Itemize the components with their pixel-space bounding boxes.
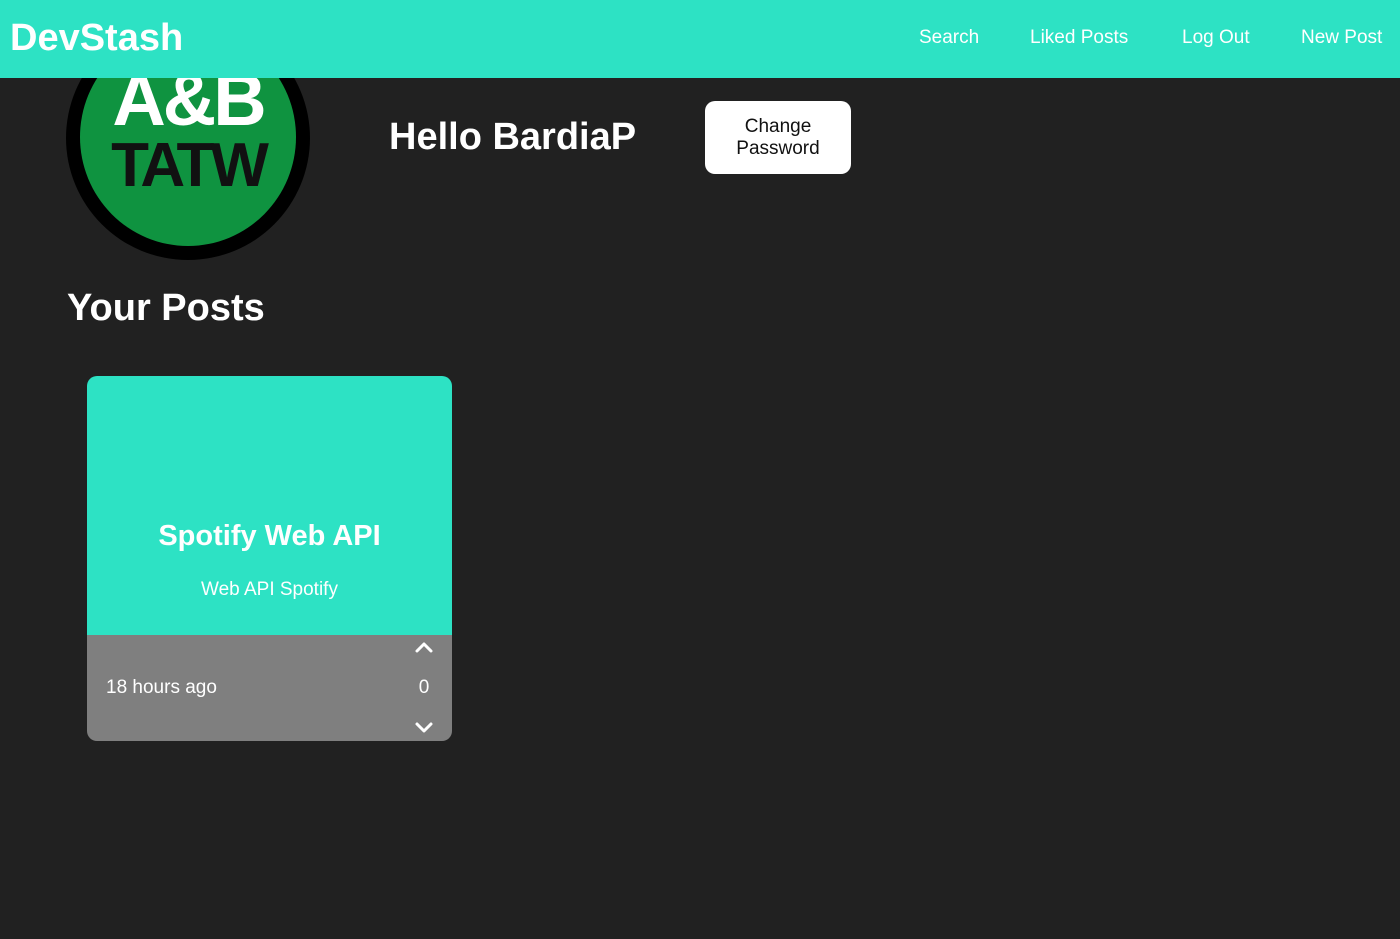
profile-greeting: Hello BardiaP xyxy=(389,116,637,158)
post-card[interactable]: Spotify Web API Web API Spotify 18 hours… xyxy=(87,376,452,741)
nav-new-post-link[interactable]: New Post xyxy=(1301,26,1382,50)
nav-liked-posts-link[interactable]: Liked Posts xyxy=(1030,26,1128,50)
navbar: DevStash Search Liked Posts Log Out New … xyxy=(0,0,1400,78)
svg-text:TATW: TATW xyxy=(111,131,269,200)
your-posts-heading: Your Posts xyxy=(67,287,265,329)
post-tags: Web API Spotify xyxy=(201,579,338,600)
nav-log-out-link[interactable]: Log Out xyxy=(1182,26,1250,50)
vote-count: 0 xyxy=(418,677,430,698)
post-card-footer: 18 hours ago 0 xyxy=(87,635,452,741)
post-timestamp: 18 hours ago xyxy=(106,677,217,698)
brand-logo[interactable]: DevStash xyxy=(10,16,183,60)
chevron-down-icon[interactable] xyxy=(412,718,436,738)
post-title: Spotify Web API xyxy=(158,520,381,552)
change-password-label-line2: Password xyxy=(736,137,820,159)
chevron-up-icon[interactable] xyxy=(412,637,436,657)
change-password-label-line1: Change xyxy=(744,115,812,137)
nav-search-link[interactable]: Search xyxy=(919,26,979,50)
change-password-button[interactable]: Change Password xyxy=(705,101,851,174)
post-card-header: Spotify Web API Web API Spotify xyxy=(87,376,452,635)
